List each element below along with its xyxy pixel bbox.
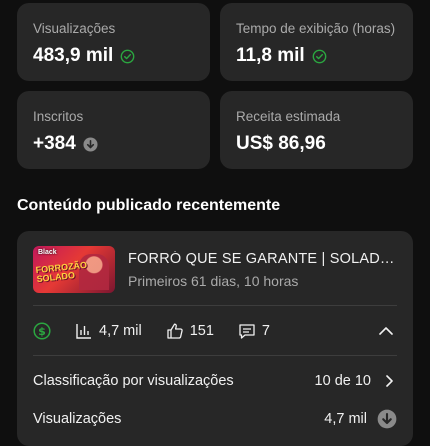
chevron-up-icon[interactable]	[377, 322, 395, 340]
metric-label: Visualizações	[33, 21, 116, 36]
section-title: Conteúdo publicado recentemente	[17, 197, 281, 214]
dollar-circle-icon: $	[33, 322, 51, 340]
metric-value-text: 11,8 mil	[236, 45, 305, 66]
comments-count: 7	[261, 323, 270, 339]
metric-value: 11,8 mil	[236, 45, 327, 67]
arrow-down-circle-icon	[83, 136, 98, 152]
thumbs-up-icon	[167, 323, 183, 339]
divider	[33, 305, 397, 306]
metric-value: US$ 86,96	[236, 133, 326, 155]
metric-card-views[interactable]: Visualizações 483,9 mil	[17, 3, 210, 81]
recent-content-card: Black FORROZÃO SOLADO FORRÓ QUE SE GARAN…	[17, 231, 413, 446]
monetization-stat[interactable]: $	[33, 322, 51, 340]
metric-label: Receita estimada	[236, 109, 341, 124]
detail-label: Classificação por visualizações	[33, 373, 234, 389]
detail-label: Visualizações	[33, 411, 122, 427]
chevron-right-icon	[386, 375, 393, 387]
detail-row-ranking[interactable]: Classificação por visualizações 10 de 10	[33, 370, 397, 392]
detail-value: 10 de 10	[314, 373, 371, 389]
metric-value: +384	[33, 133, 98, 155]
metric-value-text: +384	[33, 133, 76, 154]
likes-stat[interactable]: 151	[166, 322, 214, 340]
video-title[interactable]: FORRÓ QUE SE GARANTE | SOLADO...	[128, 251, 398, 267]
detail-value-group: 10 de 10	[315, 373, 397, 389]
metric-value: 483,9 mil	[33, 45, 135, 67]
video-thumbnail[interactable]: Black FORROZÃO SOLADO	[33, 246, 115, 293]
thumbnail-logo: Black	[38, 249, 57, 256]
views-stat[interactable]: 4,7 mil	[75, 322, 142, 340]
comments-stat[interactable]: 7	[238, 322, 270, 340]
comment-icon	[239, 324, 255, 339]
views-count: 4,7 mil	[99, 323, 142, 339]
arrow-down-circle-icon	[377, 409, 397, 429]
detail-row-views[interactable]: Visualizações 4,7 mil	[33, 408, 397, 430]
bar-chart-icon	[76, 324, 91, 339]
metric-value-text: 483,9 mil	[33, 45, 114, 66]
detail-value: 4,7 mil	[324, 411, 367, 427]
video-subtitle: Primeiros 61 dias, 10 horas	[128, 273, 299, 289]
video-stats-row: $ 4,7 mil 151 7	[33, 320, 397, 342]
metric-label: Inscritos	[33, 109, 84, 124]
likes-count: 151	[189, 323, 214, 339]
metric-label: Tempo de exibição (horas)	[236, 21, 396, 36]
detail-value-group: 4,7 mil	[324, 409, 397, 429]
check-circle-icon	[312, 49, 327, 63]
metric-value-text: US$ 86,96	[236, 133, 326, 154]
divider	[33, 355, 397, 356]
check-circle-icon	[120, 49, 135, 63]
svg-text:$: $	[38, 325, 46, 338]
metric-card-watch-time[interactable]: Tempo de exibição (horas) 11,8 mil	[220, 3, 413, 81]
metric-card-revenue[interactable]: Receita estimada US$ 86,96	[220, 91, 413, 169]
metric-card-subscribers[interactable]: Inscritos +384	[17, 91, 210, 169]
